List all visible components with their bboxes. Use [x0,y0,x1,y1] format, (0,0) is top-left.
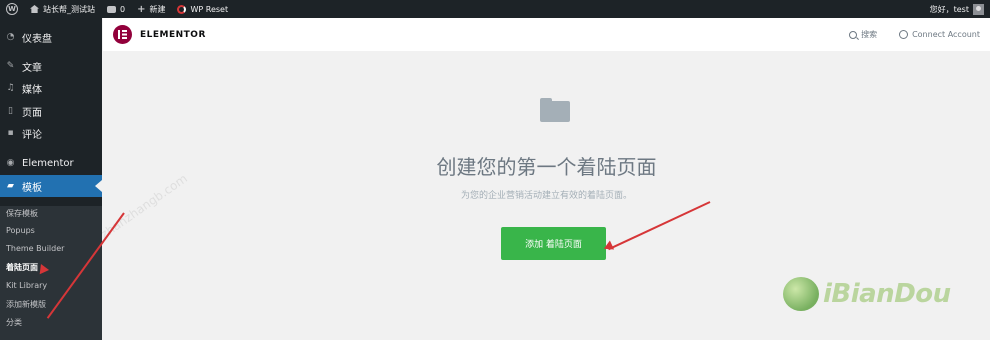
home-icon [30,5,39,13]
submenu-item-categories[interactable]: 分类 [6,317,22,328]
sidebar-item-comments[interactable]: ▪ 评论 [0,122,102,144]
greeting: 您好，test [929,4,969,14]
comment-icon: ▪ [7,128,14,138]
sidebar-item-elementor[interactable]: ◉ Elementor [0,152,102,174]
sidebar-item-label: Elementor [22,157,74,169]
wp-reset-icon [177,4,187,14]
elementor-logo-icon [113,25,132,44]
brand-watermark: iBianDou [783,277,951,311]
search-label: 搜索 [861,30,878,39]
new-label: 新建 [149,4,166,14]
submenu-item-kit-library[interactable]: Kit Library [6,281,47,290]
add-landing-page-button[interactable]: 添加 着陆页面 [501,227,606,260]
search-icon [849,30,858,39]
sidebar-item-label: 媒体 [22,84,42,96]
pin-icon: ✎ [6,61,15,71]
wp-reset-label: WP Reset [190,4,229,14]
comments-count: 0 [120,4,126,14]
sidebar-item-pages[interactable]: ▯ 页面 [0,100,102,122]
connect-account-button[interactable]: Connect Account [899,30,980,39]
avatar [973,3,984,15]
bean-logo-icon [783,277,819,311]
submenu-item-landing-pages[interactable]: 着陆页面 [6,262,38,273]
sidebar-item-templates[interactable]: ▰ 模板 [0,175,102,197]
account-menu[interactable]: 您好，test [924,0,990,18]
sidebar-item-label: 文章 [22,62,42,74]
user-icon [899,30,909,39]
submenu-item-saved-templates[interactable]: 保存模板 [6,208,38,219]
sidebar-item-label: 模板 [22,182,42,194]
sidebar-item-media[interactable]: ♫ 媒体 [0,77,102,99]
submenu-item-add-new-template[interactable]: 添加新模版 [6,299,46,310]
sidebar-item-label: 评论 [22,129,42,141]
page-subtitle: 为您的企业营销活动建立有效的着陆页面。 [460,191,632,201]
dashboard-icon: ◔ [6,32,15,42]
sidebar-item-label: 仪表盘 [22,33,52,45]
sidebar-item-label: 页面 [22,107,42,119]
site-name-link[interactable]: 站长帮_测试站 [24,0,101,18]
elementor-brand: ELEMENTOR [140,29,206,40]
comment-bubble-icon [107,5,116,13]
search-button[interactable]: 搜索 [849,29,877,40]
admin-sidebar: ◔ 仪表盘 ✎ 文章 ♫ 媒体 ▯ 页面 ▪ 评论 ◉ Elementor ▰ … [0,18,102,340]
page-title: 创建您的第一个着陆页面 [436,155,657,179]
admin-bar: W 站长帮_测试站 0 + 新建 WP Reset 您好，test [0,0,990,18]
site-name: 站长帮_测试站 [43,4,95,14]
sidebar-item-posts[interactable]: ✎ 文章 [0,55,102,77]
templates-submenu: 保存模板 Popups Theme Builder 着陆页面 Kit Libra… [0,206,102,340]
page-icon: ▯ [8,106,13,116]
new-content-link[interactable]: + 新建 [131,0,171,18]
elementor-header: ELEMENTOR 搜索 Connect Account [103,18,990,51]
connect-account-label: Connect Account [912,30,980,39]
wp-reset-link[interactable]: WP Reset [171,0,234,18]
media-icon: ♫ [6,83,15,93]
plus-icon: + [137,3,146,15]
submenu-item-popups[interactable]: Popups [6,226,35,235]
submenu-item-theme-builder[interactable]: Theme Builder [6,244,64,253]
comments-link[interactable]: 0 [101,0,131,18]
brand-watermark-text: iBianDou [823,279,951,309]
wordpress-logo-button[interactable]: W [0,0,24,18]
elementor-icon: ◉ [6,158,15,168]
wordpress-icon: W [6,3,18,15]
folder-icon [540,98,570,122]
sidebar-item-dashboard[interactable]: ◔ 仪表盘 [0,26,102,48]
folder-icon: ▰ [7,181,14,191]
